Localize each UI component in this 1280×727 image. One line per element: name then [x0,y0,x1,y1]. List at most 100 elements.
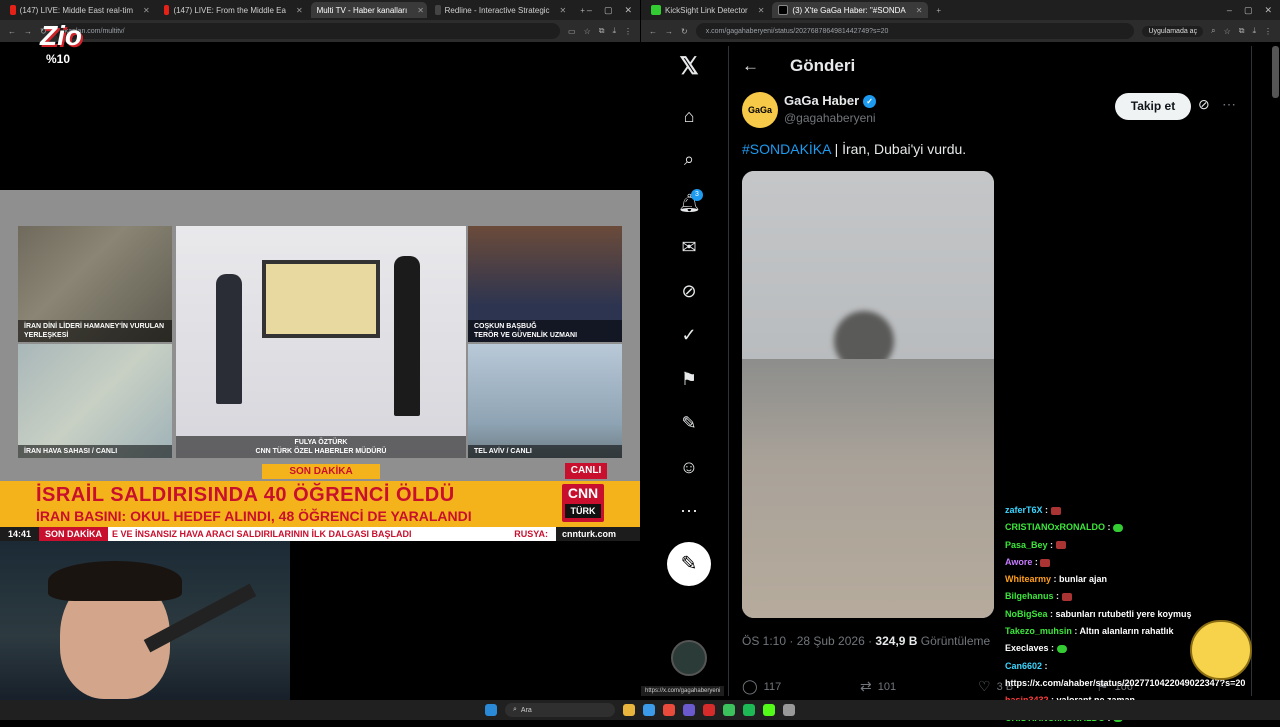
youtube-icon [163,5,170,15]
back-arrow-icon[interactable]: ← [742,56,759,76]
grok-explain-icon[interactable]: ⊘ [1198,96,1210,113]
follow-button[interactable]: Takip et [1115,93,1191,120]
new-tab-button[interactable]: + [580,6,585,15]
minimize-icon[interactable]: – [1227,5,1232,16]
chat-username[interactable]: Takezo_muhsin [1005,626,1072,636]
messages-envelope-icon[interactable]: ✉ [678,236,700,258]
more-icon[interactable]: ⋯ [678,500,700,522]
app-icon[interactable] [703,704,715,716]
windows-start-icon[interactable] [485,704,497,716]
chat-username[interactable]: Awore [1005,557,1032,567]
profile-icon[interactable]: ☺ [678,456,700,478]
reply-button[interactable]: ◯ 117 [742,678,860,695]
chat-username[interactable]: Whitearmy [1005,574,1051,584]
tab-multitv[interactable]: Multi TV - Haber kanalları ✕ [310,2,427,18]
open-in-app-chip[interactable]: Uygulamada aç [1142,25,1204,37]
zoom-icon[interactable]: ⌕ [1211,26,1215,36]
x-logo-icon[interactable]: 𝕏 [678,55,700,79]
extensions-icon[interactable]: ⧉ [1239,26,1245,36]
edge-icon[interactable] [643,704,655,716]
back-icon[interactable]: ← [8,27,16,36]
author-name[interactable]: GaGa Haber ✓ [784,93,877,109]
back-icon[interactable]: ← [649,27,657,36]
close-icon[interactable]: ✕ [916,6,923,15]
kick-icon[interactable] [763,704,775,716]
chat-message: Awore : [1005,554,1280,571]
home-icon[interactable]: ⌂ [678,105,700,127]
verified-orgs-icon[interactable]: ✓ [678,324,700,346]
forward-icon[interactable]: → [665,27,673,36]
video-hamaney-site: İRAN DİNİ LİDERİ HAMANEY'İN VURULAN YERL… [18,226,172,342]
chat-username[interactable]: Execlaves [1005,643,1049,653]
chat-username[interactable]: CRISTIANOxRONALDO [1005,522,1105,532]
chat-message: https://x.com/ahaber/status/202771042204… [1005,675,1280,692]
chat-separator: : [1047,539,1056,550]
settings-gear-icon[interactable] [783,704,795,716]
more-options-icon[interactable]: ⋯ [1222,96,1236,113]
extensions-icon[interactable]: ⧉ [599,26,605,36]
file-explorer-icon[interactable] [623,704,635,716]
new-tab-button[interactable]: + [936,6,941,15]
chat-username[interactable]: Bilgehanus [1005,591,1054,601]
chat-username[interactable]: NoBigSea [1005,609,1048,619]
tweet-meta: ÖS 1:10 · 28 Şub 2026 · 324,9 B Görüntül… [742,634,991,648]
discord-icon[interactable] [683,704,695,716]
maximize-icon[interactable]: ▢ [604,5,613,16]
close-icon[interactable]: ✕ [560,6,567,15]
articles-icon[interactable]: ✎ [678,412,700,434]
explore-search-icon[interactable]: ⌕ [678,148,700,170]
chat-text: Altın alanların rahatlık [1079,626,1174,637]
scrollbar-thumb[interactable] [1272,46,1279,98]
download-icon[interactable]: ⤓ [612,26,616,36]
chat-username[interactable]: Pasa_Bey [1005,540,1048,550]
heart-icon: ♡ [978,678,991,694]
menu-icon[interactable]: ⋮ [1264,27,1272,36]
tab-kicksight[interactable]: KickSight Link Detector ✕ [645,2,770,18]
tab-x-post[interactable]: (3) X'te GaGa Haber: "#SONDA ✕ [772,2,929,18]
maximize-icon[interactable]: ▢ [1244,5,1253,16]
left-tab-strip: (147) LIVE: Middle East real-tim ✕ (147) … [0,0,640,20]
spotify-icon[interactable] [743,704,755,716]
download-icon[interactable]: ⤓ [1252,26,1256,36]
url-input[interactable]: kaplan.com/multitv/ [54,23,560,39]
video-city [742,358,994,618]
post-compose-button[interactable]: ✎ [667,542,711,586]
ticker-time: 14:41 [0,527,40,541]
url-input[interactable]: x.com/gagahaberyeni/status/2027687864981… [695,23,1135,39]
headline: İSRAİL SALDIRISINDA 40 ÖĞRENCİ ÖLDÜ [36,484,455,506]
tab-youtube-1[interactable]: (147) LIVE: Middle East real-tim ✕ [4,2,156,18]
tab-youtube-2[interactable]: (147) LIVE: From the Middle Ea ✕ [158,2,309,18]
reload-icon[interactable]: ↻ [681,27,688,36]
video-guest: COŞKUN BAŞBUĞ TERÖR VE GÜVENLİK UZMANI [468,226,622,342]
close-icon[interactable]: ✕ [143,6,150,15]
close-icon[interactable]: ✕ [758,6,765,15]
ticker-next: RUSYA: [514,529,548,539]
hashtag-link[interactable]: #SONDAKİKA [742,141,831,157]
taskbar-search[interactable]: ⌕ Ara [505,703,615,717]
minimize-icon[interactable]: – [587,5,592,16]
whatsapp-icon[interactable] [723,704,735,716]
bookmark-star-icon[interactable]: ☆ [584,27,591,36]
author-avatar[interactable]: GaGa [742,92,778,128]
chat-separator: : [1051,574,1060,585]
close-window-icon[interactable]: ✕ [1264,5,1272,16]
menu-icon[interactable]: ⋮ [624,27,632,36]
account-avatar[interactable] [671,640,707,676]
forward-icon[interactable]: → [24,27,32,36]
tweet-video[interactable] [742,171,994,618]
subheadline: İRAN BASINI: OKUL HEDEF ALINDI, 48 ÖĞREN… [36,508,472,524]
chat-username[interactable]: zaferT6X [1005,505,1043,515]
close-icon[interactable]: ✕ [296,6,303,15]
caption-top-right: COŞKUN BAŞBUĞ TERÖR VE GÜVENLİK UZMANI [468,320,622,342]
chat-username[interactable]: Can6602 [1005,661,1042,671]
install-icon[interactable]: ▭ [568,27,576,36]
repost-button[interactable]: ⇄ 101 [860,678,978,695]
close-icon[interactable]: ✕ [417,6,424,15]
chrome-icon[interactable] [663,704,675,716]
close-window-icon[interactable]: ✕ [624,5,632,16]
tab-redline[interactable]: Redline - Interactive Strategic ✕ [429,2,573,18]
bookmarks-icon[interactable]: ⚑ [678,368,700,390]
author-handle[interactable]: @gagahaberyeni [784,111,876,125]
bookmark-star-icon[interactable]: ☆ [1224,27,1231,36]
grok-icon[interactable]: ⊘ [678,280,700,302]
